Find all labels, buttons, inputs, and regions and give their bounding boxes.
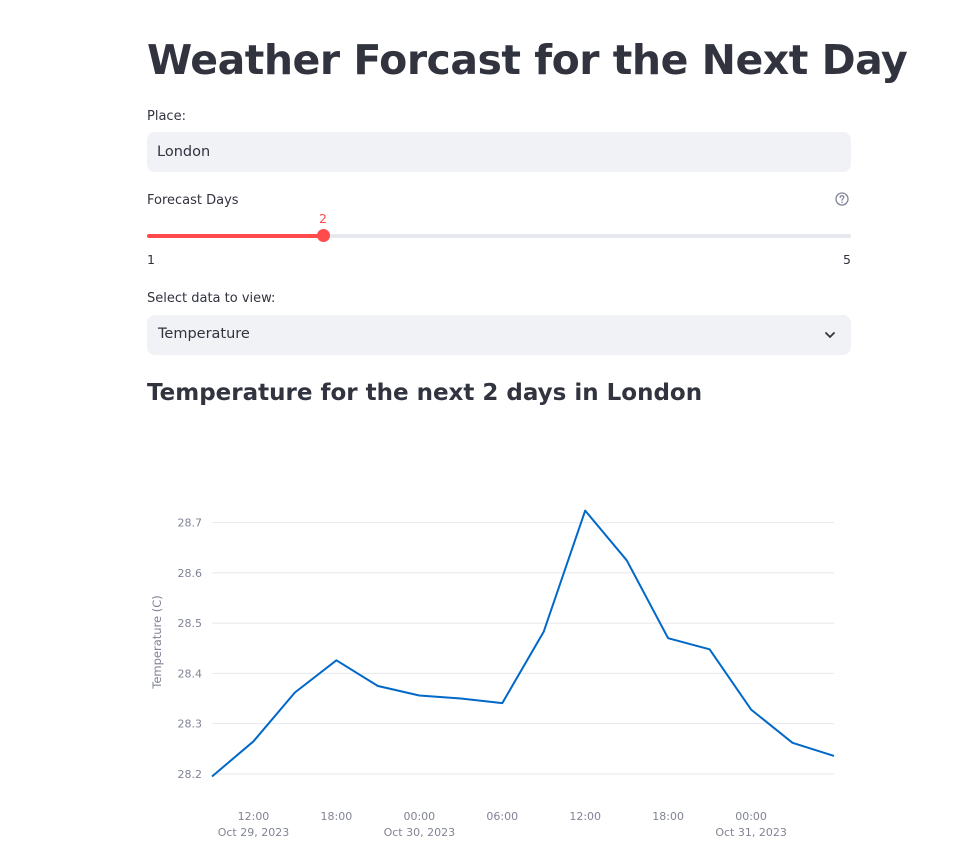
page-title: Weather Forcast for the Next Day (147, 36, 908, 84)
y-tick-label: 28.6 (178, 567, 203, 580)
data-point (251, 739, 255, 743)
place-input[interactable] (147, 132, 851, 172)
y-tick-label: 28.4 (178, 667, 203, 680)
data-point (708, 647, 712, 651)
data-point (542, 630, 546, 634)
data-point (666, 636, 670, 640)
x-tick-label: 00:00 (403, 810, 435, 823)
data-select[interactable]: Temperature (147, 315, 851, 355)
forecast-days-label: Forecast Days (147, 193, 239, 208)
x-tick-label: 12:00 (238, 810, 270, 823)
data-point (583, 509, 587, 513)
data-point (791, 741, 795, 745)
question-circle-icon[interactable] (835, 192, 849, 206)
section-title: Temperature for the next 2 days in Londo… (147, 380, 703, 406)
temperature-series-line (211, 509, 835, 778)
slider-thumb[interactable] (316, 229, 330, 242)
x-tick-label: 00:00 (735, 810, 767, 823)
y-tick-label: 28.3 (178, 718, 203, 731)
x-tick-date-label: Oct 31, 2023 (715, 826, 787, 839)
x-tick-label: 18:00 (652, 810, 684, 823)
x-tick-date-label: Oct 29, 2023 (218, 826, 290, 839)
temperature-chart: 28.2 28.3 28.4 28.5 28.6 28.7 Temperature (C) 1… (150, 509, 836, 839)
data-point (210, 774, 214, 778)
y-tick-label: 28.7 (178, 517, 203, 530)
slider-value: 2 (319, 211, 327, 226)
x-tick-label: 18:00 (321, 810, 353, 823)
y-tick-label: 28.2 (178, 768, 203, 781)
forecast-days-slider[interactable]: 2 (147, 211, 851, 242)
x-tick-label: 06:00 (486, 810, 518, 823)
data-point (832, 754, 836, 758)
data-select-value: Temperature (158, 326, 250, 342)
data-point (459, 697, 463, 701)
data-point (749, 708, 753, 712)
data-point (625, 558, 629, 562)
x-tick-date-label: Oct 30, 2023 (384, 826, 456, 839)
data-point (293, 691, 297, 695)
chevron-down-icon[interactable] (823, 328, 837, 342)
place-label: Place: (147, 109, 186, 124)
slider-min: 1 (147, 252, 155, 267)
slider-max: 5 (843, 252, 851, 267)
x-tick-label: 12:00 (569, 810, 601, 823)
data-point (500, 701, 504, 705)
data-point (376, 684, 380, 688)
data-point (334, 658, 338, 662)
slider-fill (147, 234, 323, 238)
data-point (417, 694, 421, 698)
data-select-label: Select data to view: (147, 291, 276, 306)
y-axis-title: Temperature (C) (150, 595, 164, 690)
y-tick-label: 28.5 (178, 617, 203, 630)
